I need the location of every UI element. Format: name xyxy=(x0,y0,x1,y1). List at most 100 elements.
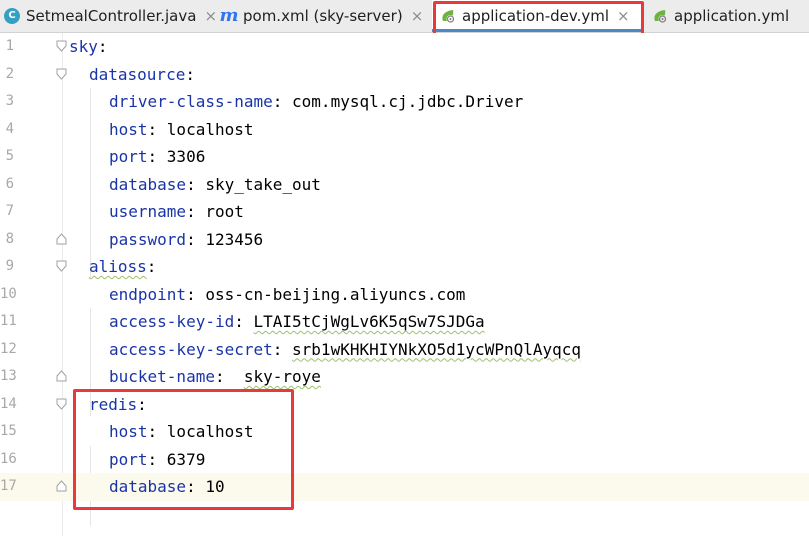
yaml-separator: : xyxy=(186,202,206,221)
yaml-separator: : xyxy=(137,394,147,414)
tab-label: application.yml xyxy=(674,7,790,25)
close-icon[interactable]: × xyxy=(411,7,424,25)
yaml-value: LTAI5tCjWgLv6K5qSw7SJDGa xyxy=(253,312,485,331)
code-line[interactable]: 2 datasource: xyxy=(0,61,809,89)
code-editor[interactable]: 1 sky: 2 datasource: 3 driver-class-name… xyxy=(0,33,809,536)
line-number: 10 xyxy=(0,285,17,302)
yaml-key: access-key-secret xyxy=(109,339,273,359)
yaml-separator: : xyxy=(147,449,167,469)
tab-application-yml[interactable]: application.yml xyxy=(644,0,809,32)
code-line-current[interactable]: 17 database: 10 xyxy=(0,473,809,501)
fold-close-icon[interactable] xyxy=(56,480,67,492)
yaml-value: root xyxy=(205,202,244,221)
tab-setmeal-controller[interactable]: C SetmealController.java × xyxy=(0,0,217,32)
yaml-separator: : xyxy=(186,174,206,194)
code-line[interactable]: 8 password: 123456 xyxy=(0,226,809,254)
fold-open-icon[interactable] xyxy=(56,260,67,272)
yaml-value: 3306 xyxy=(166,147,206,166)
tab-label: application-dev.yml xyxy=(462,7,610,25)
yaml-key: bucket-name xyxy=(109,367,215,386)
yaml-value: localhost xyxy=(166,119,254,139)
yaml-key: username xyxy=(109,202,187,221)
fold-close-icon[interactable] xyxy=(56,232,67,245)
code-line[interactable]: 4 host: localhost xyxy=(0,116,809,144)
yaml-key: port xyxy=(109,147,148,166)
tab-label: SetmealController.java xyxy=(26,7,197,25)
line-number: 7 xyxy=(5,203,14,219)
tab-label: pom.xml (sky-server) xyxy=(243,7,403,25)
yaml-key: endpoint xyxy=(109,284,187,304)
line-number: 4 xyxy=(5,120,14,137)
yaml-separator: : xyxy=(234,312,254,331)
yaml-separator: : xyxy=(147,119,167,139)
code-line[interactable]: 6 database: sky_take_out xyxy=(0,171,809,199)
code-line[interactable]: 12 access-key-secret: srb1wKHKHIYNkXO5d1… xyxy=(0,336,809,364)
yaml-key: host xyxy=(109,119,148,139)
line-number: 14 xyxy=(0,395,17,412)
code-line[interactable]: 13 bucket-name: sky-roye xyxy=(0,363,809,391)
yaml-key: host xyxy=(109,422,148,441)
yaml-separator: : xyxy=(186,477,206,496)
yaml-value: 10 xyxy=(205,477,225,496)
yaml-key: sky xyxy=(69,37,98,56)
code-line[interactable]: 5 port: 3306 xyxy=(0,143,809,171)
yaml-key: redis xyxy=(89,394,138,414)
yaml-value: srb1wKHKHIYNkXO5d1ycWPnQlAyqcq xyxy=(292,339,582,359)
code-line[interactable]: 10 endpoint: oss-cn-beijing.aliyuncs.com xyxy=(0,281,809,309)
code-line[interactable]: 15 host: localhost xyxy=(0,418,809,446)
fold-open-icon[interactable] xyxy=(56,40,67,52)
code-line[interactable]: 1 sky: xyxy=(0,33,809,61)
yaml-key: datasource xyxy=(89,64,186,84)
yaml-value: 123456 xyxy=(205,229,264,249)
yaml-separator: : xyxy=(97,37,108,56)
code-line[interactable]: 9 alioss: xyxy=(0,253,809,281)
line-number: 12 xyxy=(0,340,17,357)
yaml-value: sky-roye xyxy=(243,367,321,386)
line-number: 17 xyxy=(0,478,17,494)
line-number: 11 xyxy=(0,313,17,329)
close-icon[interactable]: × xyxy=(617,7,630,25)
line-number: 15 xyxy=(0,423,17,439)
yaml-separator: : xyxy=(272,339,293,359)
tab-application-dev-yml[interactable]: application-dev.yml × xyxy=(432,0,644,32)
code-line[interactable]: 16 port: 6379 xyxy=(0,446,809,474)
fold-close-icon[interactable] xyxy=(56,370,67,382)
yaml-key: driver-class-name xyxy=(109,92,273,111)
fold-open-icon[interactable] xyxy=(56,68,67,80)
line-number: 3 xyxy=(5,93,14,109)
code-line[interactable]: 3 driver-class-name: com.mysql.cj.jdbc.D… xyxy=(0,88,809,116)
yaml-separator: : xyxy=(186,284,206,304)
yaml-value: sky_take_out xyxy=(205,174,321,194)
yaml-separator: : xyxy=(146,257,157,276)
line-number: 6 xyxy=(5,175,14,192)
line-number: 5 xyxy=(5,148,14,164)
yaml-key: alioss xyxy=(89,257,147,276)
yaml-key: database xyxy=(109,174,187,194)
spring-yaml-icon xyxy=(652,8,668,24)
yaml-value: com.mysql.cj.jdbc.Driver xyxy=(292,92,524,111)
close-icon[interactable]: × xyxy=(204,7,217,25)
line-number: 9 xyxy=(5,258,14,274)
line-number: 13 xyxy=(0,368,17,384)
code-line[interactable]: 14 redis: xyxy=(0,391,809,419)
line-number: 2 xyxy=(5,65,14,82)
yaml-value: oss-cn-beijing.aliyuncs.com xyxy=(205,284,466,304)
java-class-icon: C xyxy=(4,8,20,24)
tab-pom-xml[interactable]: m pom.xml (sky-server) × xyxy=(217,0,432,32)
yaml-key: port xyxy=(109,449,148,469)
yaml-separator: : xyxy=(147,147,167,166)
code-line[interactable]: 7 username: root xyxy=(0,198,809,226)
line-number: 16 xyxy=(0,450,17,467)
yaml-separator: : xyxy=(214,367,244,386)
yaml-separator: : xyxy=(272,92,293,111)
line-number: 8 xyxy=(5,230,14,247)
yaml-separator: : xyxy=(147,422,167,441)
editor-tab-bar: C SetmealController.java × m pom.xml (sk… xyxy=(0,0,809,33)
yaml-separator: : xyxy=(185,64,195,84)
fold-open-icon[interactable] xyxy=(56,398,67,410)
spring-yaml-icon xyxy=(440,8,456,24)
code-line[interactable]: 11 access-key-id: LTAI5tCjWgLv6K5qSw7SJD… xyxy=(0,308,809,336)
maven-icon: m xyxy=(219,5,239,26)
yaml-value: localhost xyxy=(166,422,254,441)
yaml-separator: : xyxy=(186,229,206,249)
